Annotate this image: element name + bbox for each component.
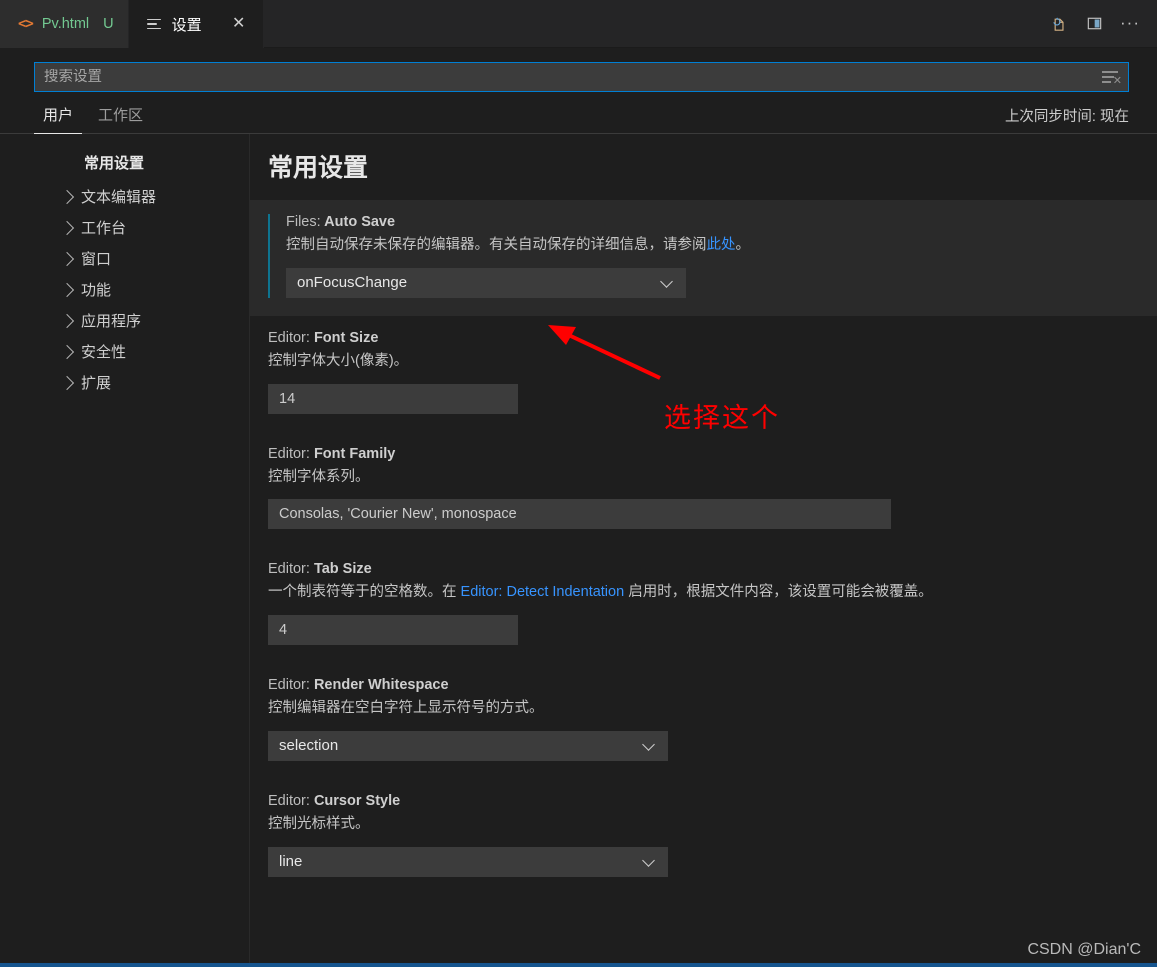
setting-category: Editor: bbox=[268, 445, 310, 462]
setting-name: Render Whitespace bbox=[313, 677, 449, 693]
setting-name: Font Size bbox=[313, 329, 379, 346]
setting-description-suffix: 。 bbox=[735, 237, 751, 253]
chevron-right-icon bbox=[59, 189, 75, 204]
toc-item-label: 功能 bbox=[81, 282, 112, 299]
chevron-right-icon bbox=[59, 375, 75, 390]
toc-item-label: 工作台 bbox=[81, 220, 127, 237]
toc-item-features[interactable]: 功能 bbox=[0, 274, 249, 305]
tab-user[interactable]: 用户 bbox=[34, 104, 83, 134]
settings-table-of-contents: 常用设置 文本编辑器 工作台 窗口 功能 应用程序 安全性 扩展 bbox=[0, 134, 250, 967]
setting-description-text: 一个制表符等于的空格数。在 bbox=[268, 584, 461, 601]
chevron-right-icon bbox=[59, 282, 75, 297]
toc-item-security[interactable]: 安全性 bbox=[0, 336, 249, 367]
setting-description-link[interactable]: Editor: Detect Indentation bbox=[461, 584, 625, 600]
more-actions-icon[interactable]: ··· bbox=[1119, 13, 1141, 35]
chevron-right-icon bbox=[59, 344, 75, 359]
toc-item-application[interactable]: 应用程序 bbox=[0, 305, 249, 336]
setting-name: Auto Save bbox=[324, 214, 396, 230]
setting-row[interactable]: Editor: Font Family 控制字体系列。 bbox=[250, 432, 1157, 548]
setting-input-tab-size[interactable] bbox=[268, 615, 518, 645]
setting-title: Files: Auto Save bbox=[286, 214, 1157, 230]
setting-name: Font Family bbox=[313, 445, 396, 462]
toc-item-label: 安全性 bbox=[81, 344, 127, 361]
setting-title: Editor: Font Family bbox=[268, 446, 1157, 462]
setting-category: Editor: bbox=[268, 792, 310, 809]
setting-description: 控制字体系列。 bbox=[268, 468, 370, 485]
chevron-right-icon bbox=[59, 313, 75, 328]
setting-description: 控制字体大小(像素)。 bbox=[268, 352, 409, 369]
editor-tab-label: 设置 bbox=[171, 16, 202, 34]
editor-tab-pv-html[interactable]: <> Pv.html U bbox=[0, 0, 129, 48]
toc-item-workbench[interactable]: 工作台 bbox=[0, 212, 249, 243]
setting-dropdown-auto-save[interactable]: onFocusChange bbox=[286, 267, 686, 298]
setting-title: Editor: Font Size bbox=[268, 330, 1157, 346]
editor-tab-settings[interactable]: 设置 ✕ bbox=[128, 0, 264, 48]
setting-row[interactable]: Files: Auto Save 控制自动保存未保存的编辑器。有关自动保存的详细… bbox=[250, 200, 1157, 316]
setting-row[interactable]: Editor: Font Size 控制字体大小(像素)。 bbox=[250, 316, 1157, 432]
html-file-icon: <> bbox=[18, 16, 34, 32]
chevron-down-icon bbox=[642, 737, 655, 751]
toc-item-text-editor[interactable]: 文本编辑器 bbox=[0, 181, 249, 212]
setting-description-text: 控制自动保存未保存的编辑器。有关自动保存的详细信息，请参阅 bbox=[286, 237, 707, 253]
open-changes-icon[interactable] bbox=[1047, 13, 1069, 35]
setting-row[interactable]: Editor: Render Whitespace 控制编辑器在空白字符上显示符… bbox=[250, 663, 1157, 779]
setting-name: Tab Size bbox=[313, 561, 372, 578]
close-icon[interactable]: ✕ bbox=[229, 14, 249, 34]
clear-filters-icon[interactable]: ✕ bbox=[1098, 66, 1124, 88]
setting-description-link[interactable]: 此处 bbox=[707, 237, 736, 253]
setting-value: selection bbox=[279, 737, 339, 755]
chevron-right-icon bbox=[59, 220, 75, 235]
settings-list-icon bbox=[146, 16, 163, 32]
editor-tab-bar: <> Pv.html U 设置 ✕ ··· bbox=[0, 0, 1157, 48]
setting-input-font-size[interactable] bbox=[268, 383, 518, 414]
setting-category: Editor: bbox=[268, 329, 310, 346]
toc-item-window[interactable]: 窗口 bbox=[0, 243, 249, 274]
setting-name: Cursor Style bbox=[313, 792, 401, 809]
settings-search-row: ✕ bbox=[0, 48, 1157, 92]
setting-description: 控制自动保存未保存的编辑器。有关自动保存的详细信息，请参阅此处。 bbox=[286, 235, 1116, 257]
setting-description: 一个制表符等于的空格数。在 Editor: Detect Indentation… bbox=[268, 582, 1098, 604]
toc-item-label: 文本编辑器 bbox=[81, 189, 157, 206]
settings-scope-tabs: 用户 工作区 上次同步时间: 现在 bbox=[0, 92, 1157, 134]
editor-actions: ··· bbox=[1047, 0, 1157, 47]
setting-title: Editor: Render Whitespace bbox=[268, 677, 1157, 693]
setting-dropdown-render-whitespace[interactable]: selection bbox=[268, 730, 668, 761]
setting-value: onFocusChange bbox=[297, 274, 408, 292]
setting-title: Editor: Cursor Style bbox=[268, 793, 1157, 809]
toc-item-label: 扩展 bbox=[81, 375, 112, 392]
search-input[interactable] bbox=[35, 69, 1098, 85]
setting-title: Editor: Tab Size bbox=[268, 561, 1157, 577]
chevron-down-icon bbox=[660, 274, 673, 288]
editor-tab-git-badge: U bbox=[103, 16, 114, 32]
setting-category: Editor: bbox=[268, 677, 310, 693]
chevron-down-icon bbox=[642, 853, 655, 867]
toc-item-extensions[interactable]: 扩展 bbox=[0, 367, 249, 398]
split-editor-icon[interactable] bbox=[1083, 13, 1105, 35]
setting-description: 控制编辑器在空白字符上显示符号的方式。 bbox=[268, 700, 544, 716]
vscode-window: <> Pv.html U 设置 ✕ ··· 搜索设置 ✕ 用户 工作区 上次同步… bbox=[0, 0, 1157, 967]
editor-tab-label: Pv.html bbox=[41, 16, 90, 32]
toc-item-label: 应用程序 bbox=[81, 313, 142, 330]
sync-status-label: 上次同步时间: 现在 bbox=[1004, 109, 1129, 125]
setting-description-suffix: 启用时，根据文件内容，该设置可能会被覆盖。 bbox=[624, 584, 933, 601]
setting-value: line bbox=[279, 853, 303, 870]
tab-workspace[interactable]: 工作区 bbox=[89, 104, 152, 133]
setting-category: Editor: bbox=[268, 561, 310, 578]
setting-row[interactable]: Editor: Cursor Style 控制光标样式。 line bbox=[250, 779, 1157, 895]
page-title: 常用设置 bbox=[268, 154, 369, 182]
chevron-right-icon bbox=[59, 251, 75, 266]
setting-category: Files: bbox=[286, 214, 321, 230]
setting-row[interactable]: Editor: Tab Size 一个制表符等于的空格数。在 Editor: D… bbox=[250, 547, 1157, 663]
setting-description: 控制光标样式。 bbox=[268, 815, 370, 832]
setting-dropdown-cursor-style[interactable]: line bbox=[268, 846, 668, 877]
setting-input-font-family[interactable] bbox=[268, 499, 891, 530]
toc-item-label: 窗口 bbox=[81, 251, 112, 268]
settings-search-box[interactable]: ✕ bbox=[34, 62, 1129, 92]
settings-body: 常用设置 文本编辑器 工作台 窗口 功能 应用程序 安全性 扩展 常用设置 Fi… bbox=[0, 134, 1157, 967]
toc-title-commonly-used[interactable]: 常用设置 bbox=[0, 148, 249, 181]
settings-list[interactable]: 常用设置 Files: Auto Save 控制自动保存未保存的编辑器。有关自动… bbox=[250, 134, 1157, 967]
